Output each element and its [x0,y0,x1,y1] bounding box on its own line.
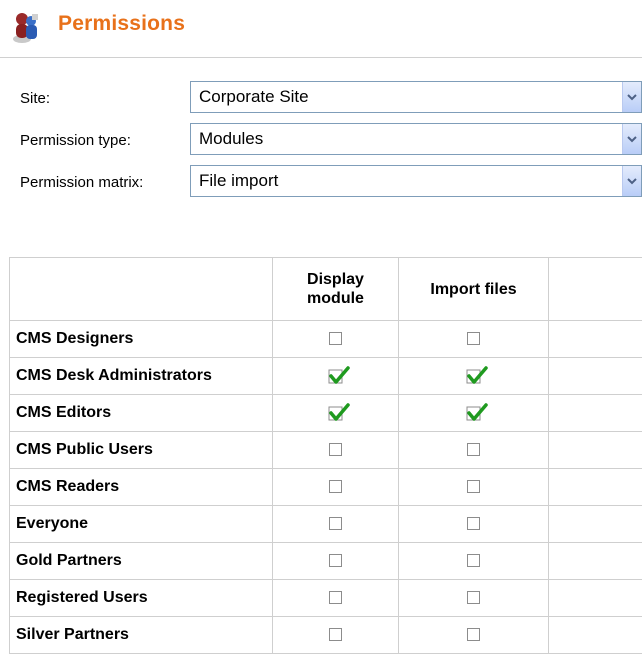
site-select[interactable]: Corporate Site [190,81,642,113]
import-files-checkbox[interactable] [466,590,482,606]
display-module-checkbox[interactable] [328,590,344,606]
permission-type-select[interactable]: Modules [190,123,642,155]
import-files-cell [399,358,549,395]
role-name: CMS Public Users [10,432,273,469]
role-name: Gold Partners [10,543,273,580]
display-module-cell [273,321,399,358]
import-files-checkbox-checked[interactable] [466,405,482,421]
checkbox-box [467,591,480,604]
row-filler [549,432,642,469]
checkbox-box [329,554,342,567]
users-permissions-icon [10,10,42,44]
chevron-down-icon[interactable] [622,82,641,112]
display-module-checkbox[interactable] [328,553,344,569]
checkbox-box [467,628,480,641]
checkbox-box [329,332,342,345]
display-module-cell [273,506,399,543]
checkbox-box [467,332,480,345]
chevron-down-icon[interactable] [622,166,641,196]
role-name: CMS Desk Administrators [10,358,273,395]
site-label: Site: [20,90,50,107]
site-row: Site: Corporate Site [0,81,642,115]
permission-type-select-value: Modules [199,129,263,149]
role-name: Everyone [10,506,273,543]
display-module-cell [273,543,399,580]
matrix-header-row: Display module Import files [10,258,642,321]
column-header-display-module: Display module [273,258,399,321]
row-filler [549,395,642,432]
chevron-down-icon[interactable] [622,124,641,154]
display-module-cell [273,395,399,432]
table-row: CMS Designers [10,321,642,358]
import-files-cell [399,543,549,580]
row-filler [549,321,642,358]
import-files-checkbox-checked[interactable] [466,368,482,384]
row-filler [549,543,642,580]
display-module-checkbox[interactable] [328,516,344,532]
column-header-display-module-text: Display module [301,270,371,308]
row-filler [549,506,642,543]
import-files-cell [399,506,549,543]
row-filler [549,358,642,395]
import-files-cell [399,580,549,617]
import-files-cell [399,321,549,358]
site-select-value: Corporate Site [199,87,309,107]
matrix-header-filler [549,258,642,321]
checkbox-box [329,517,342,530]
row-filler [549,469,642,506]
display-module-checkbox[interactable] [328,627,344,643]
display-module-checkbox-checked[interactable] [328,368,344,384]
role-name: CMS Editors [10,395,273,432]
page-title: Permissions [58,12,185,36]
role-name: Registered Users [10,580,273,617]
checkbox-box [329,443,342,456]
import-files-checkbox[interactable] [466,442,482,458]
permission-type-row: Permission type: Modules [0,123,642,157]
checkbox-box [329,591,342,604]
table-row: CMS Public Users [10,432,642,469]
import-files-cell [399,395,549,432]
table-row: CMS Readers [10,469,642,506]
import-files-checkbox[interactable] [466,627,482,643]
permission-type-label: Permission type: [20,132,131,149]
import-files-checkbox[interactable] [466,331,482,347]
import-files-checkbox[interactable] [466,553,482,569]
checkbox-box [467,517,480,530]
checkbox-box [467,443,480,456]
table-row: CMS Desk Administrators [10,358,642,395]
permission-matrix-row: Permission matrix: File import [0,165,642,199]
display-module-cell [273,469,399,506]
import-files-checkbox[interactable] [466,479,482,495]
checkbox-box [329,628,342,641]
permission-matrix-table: Display module Import files CMS Designer… [9,257,642,654]
permission-matrix-select-value: File import [199,171,278,191]
table-row: CMS Editors [10,395,642,432]
table-row: Everyone [10,506,642,543]
display-module-checkbox-checked[interactable] [328,405,344,421]
column-header-import-files-text: Import files [430,281,516,298]
column-header-import-files: Import files [399,258,549,321]
role-name: CMS Readers [10,469,273,506]
table-row: Registered Users [10,580,642,617]
header-divider [0,57,642,58]
import-files-cell [399,432,549,469]
display-module-cell [273,358,399,395]
page-header: Permissions [0,0,642,57]
import-files-checkbox[interactable] [466,516,482,532]
display-module-cell [273,580,399,617]
row-filler [549,580,642,617]
display-module-checkbox[interactable] [328,331,344,347]
display-module-checkbox[interactable] [328,442,344,458]
display-module-checkbox[interactable] [328,479,344,495]
table-row: Gold Partners [10,543,642,580]
role-name: CMS Designers [10,321,273,358]
import-files-cell [399,469,549,506]
matrix-header-empty [10,258,273,321]
checkbox-box [467,480,480,493]
permission-matrix-select[interactable]: File import [190,165,642,197]
checkbox-box [467,554,480,567]
permission-matrix-label: Permission matrix: [20,174,143,191]
display-module-cell [273,432,399,469]
checkbox-box [329,480,342,493]
